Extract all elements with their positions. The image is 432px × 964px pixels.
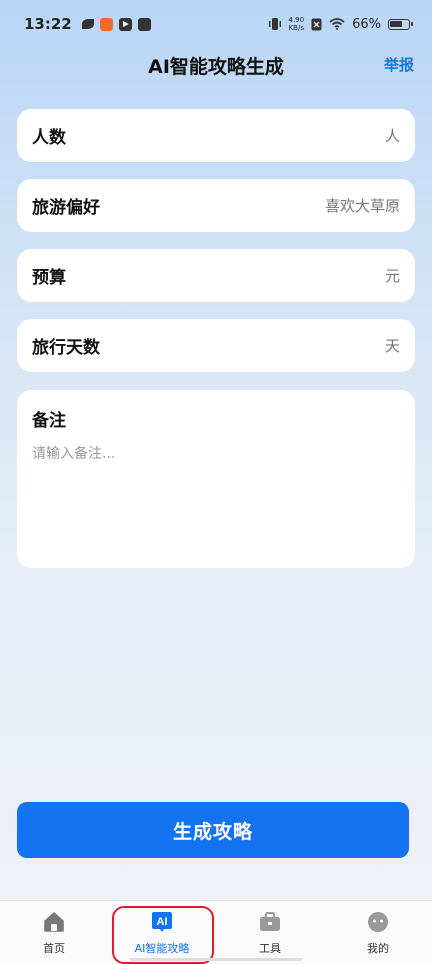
tab-profile-label: 我的 <box>367 942 389 955</box>
profile-icon <box>368 912 388 932</box>
toolbox-icon <box>260 912 280 931</box>
message-app-icon <box>137 17 151 31</box>
preference-field[interactable]: 旅游偏好 喜欢大草原 <box>17 179 415 232</box>
wifi-icon <box>329 18 345 30</box>
budget-suffix: 元 <box>384 267 400 285</box>
tab-home[interactable]: 首页 <box>0 901 108 964</box>
people-suffix: 人 <box>384 127 400 145</box>
play-app-icon <box>118 17 132 31</box>
battery-icon <box>388 18 413 30</box>
battery-percent: 66% <box>352 16 381 32</box>
svg-text:AI: AI <box>157 916 168 928</box>
days-label: 旅行天数 <box>32 338 100 358</box>
tab-home-label: 首页 <box>43 942 65 955</box>
generate-guide-button[interactable]: 生成攻略 <box>17 802 409 858</box>
days-field[interactable]: 旅行天数 天 <box>17 319 415 372</box>
nav-bar: AI智能攻略生成 举报 <box>0 48 432 82</box>
leaf-app-icon <box>81 19 94 29</box>
home-icon <box>44 912 64 932</box>
net-speed-value: 4.90 <box>288 16 305 24</box>
tab-tools[interactable]: 工具 <box>216 901 324 964</box>
status-right: 4.90 KB/s 66% <box>268 16 413 32</box>
remark-input[interactable] <box>32 443 400 553</box>
tab-ai-guide-label: AI智能攻略 <box>134 942 190 955</box>
net-speed-unit: KB/s <box>288 24 304 32</box>
people-label: 人数 <box>32 128 66 148</box>
remark-card: 备注 <box>17 390 415 568</box>
remark-label: 备注 <box>32 411 66 431</box>
vibrate-icon <box>268 18 281 30</box>
budget-field[interactable]: 预算 元 <box>17 249 415 302</box>
people-field[interactable]: 人数 人 <box>17 109 415 162</box>
report-link[interactable]: 举报 <box>384 54 414 75</box>
status-bar: 13:22 4.90 KB/s 66% <box>0 0 432 48</box>
home-indicator <box>130 958 302 961</box>
tab-profile[interactable]: 我的 <box>324 901 432 964</box>
tab-tools-label: 工具 <box>259 942 281 955</box>
ai-icon: AI <box>152 912 172 932</box>
sim-off-icon <box>311 18 322 30</box>
tab-ai-guide[interactable]: AI AI智能攻略 <box>108 901 216 964</box>
page-title: AI智能攻略生成 <box>148 56 284 78</box>
status-time: 13:22 <box>24 15 72 33</box>
preference-label: 旅游偏好 <box>32 198 100 218</box>
orange-app-icon <box>99 17 113 31</box>
preference-value: 喜欢大草原 <box>324 197 400 215</box>
status-left: 13:22 <box>24 15 151 33</box>
budget-label: 预算 <box>32 268 66 288</box>
tab-bar: 首页 AI AI智能攻略 工具 我的 <box>0 900 432 964</box>
net-speed: 4.90 KB/s <box>289 16 305 32</box>
days-suffix: 天 <box>384 337 400 355</box>
